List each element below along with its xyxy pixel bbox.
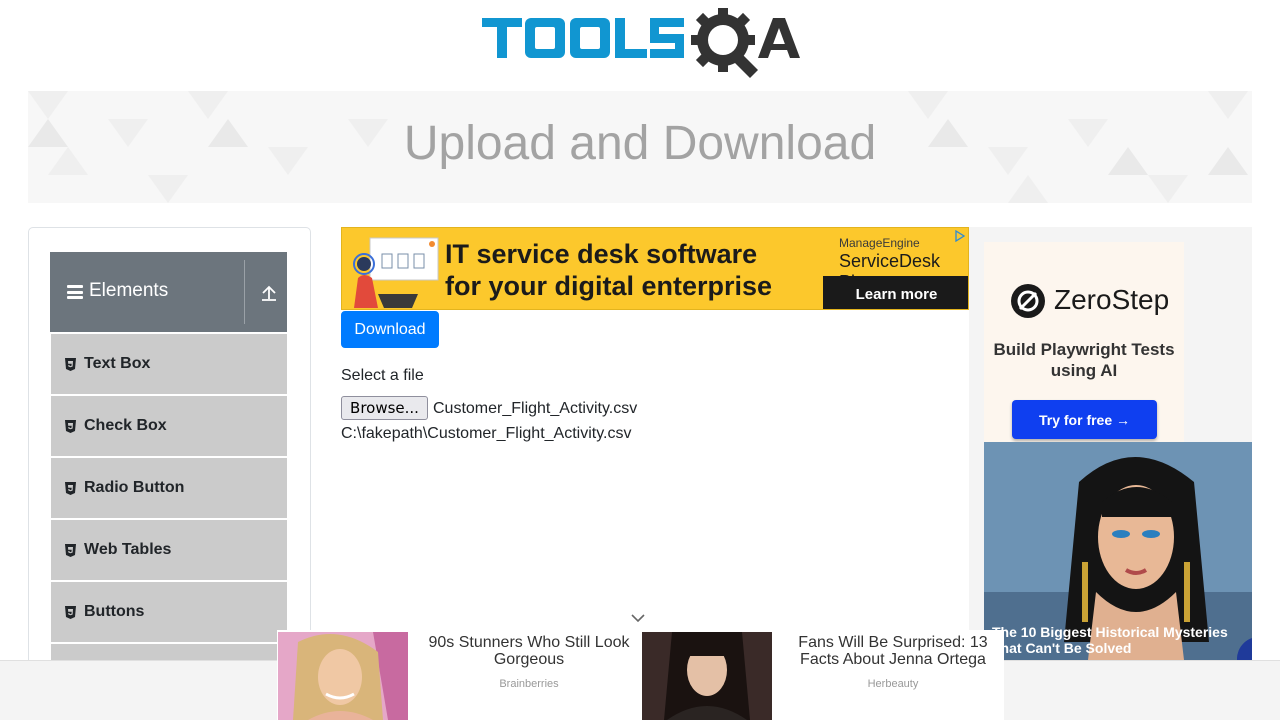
html5-icon — [65, 481, 76, 495]
promo-source: Brainberries — [499, 678, 559, 690]
sidebar-item-label: Text Box — [84, 355, 151, 372]
zerostep-ad[interactable]: ZeroStep Build Playwright Tests using AI… — [984, 242, 1184, 442]
promo-card[interactable]: 90s Stunners Who Still Look Gorgeous Bra… — [278, 632, 640, 720]
toolsqa-logo[interactable] — [480, 8, 806, 80]
zerostep-tagline: Build Playwright Tests using AI — [993, 340, 1175, 380]
html5-icon — [65, 357, 76, 371]
sidebar-item-web-tables[interactable]: Web Tables — [51, 520, 287, 582]
elements-group-header[interactable]: Elements — [50, 252, 287, 332]
hamburger-icon — [67, 285, 83, 299]
sidebar-item-label: Radio Button — [84, 479, 185, 496]
select-file-label: Select a file — [341, 367, 424, 384]
html5-icon — [65, 605, 76, 619]
right-ad-column: ZeroStep Build Playwright Tests using AI… — [969, 227, 1252, 660]
promo-source: Herbeauty — [867, 678, 919, 690]
selected-file-name: Customer_Flight_Activity.csv — [433, 400, 638, 417]
elements-menu: Text Box Check Box Radio Button Web Tabl… — [51, 334, 287, 686]
download-button[interactable]: Download — [341, 311, 439, 348]
sidebar-item-check-box[interactable]: Check Box — [51, 396, 287, 458]
sidebar-item-text-box[interactable]: Text Box — [51, 334, 287, 396]
group-title: Elements — [89, 280, 169, 301]
promo-title: 90s Stunners Who Still Look Gorgeous — [428, 634, 630, 668]
promo-thumbnail — [642, 632, 772, 720]
html5-icon — [65, 419, 76, 433]
ad-brand-name: ManageEngine — [839, 236, 920, 250]
sidebar-item-label: Buttons — [84, 603, 145, 620]
browse-button[interactable]: Browse... — [341, 396, 428, 420]
video-ad[interactable]: The 10 Biggest Historical Mysteries That… — [984, 442, 1252, 660]
promo-thumbnail — [278, 632, 408, 720]
chevron-down-icon[interactable] — [630, 612, 646, 624]
page: Upload and Download Elements Text Box Ch… — [0, 0, 1280, 720]
header-divider — [244, 260, 245, 324]
promo-card[interactable]: Fans Will Be Surprised: 13 Facts About J… — [642, 632, 1004, 720]
promo-title: Fans Will Be Surprised: 13 Facts About J… — [798, 634, 988, 668]
page-title: Upload and Download — [403, 117, 877, 170]
try-for-free-button[interactable]: Try for free → — [1012, 400, 1157, 439]
ad-headline-line2: for your digital enterprise — [445, 271, 773, 301]
ad-headline-line1: IT service desk software — [445, 239, 758, 269]
zerostep-logo-icon — [1011, 284, 1045, 318]
adchoices-icon[interactable] — [954, 230, 966, 242]
zerostep-brand: ZeroStep — [1054, 284, 1170, 315]
left-sidebar: Elements Text Box Check Box Radio Button… — [28, 227, 311, 687]
sidebar-item-label: Web Tables — [84, 541, 172, 558]
ad-learn-more-button[interactable]: Learn more — [823, 276, 968, 309]
sidebar-item-label: Check Box — [84, 417, 167, 434]
html5-icon — [65, 543, 76, 557]
sidebar-item-radio-button[interactable]: Radio Button — [51, 458, 287, 520]
sidebar-item-buttons[interactable]: Buttons — [51, 582, 287, 644]
ad-illustration — [353, 237, 439, 308]
collapse-up-icon[interactable] — [260, 284, 278, 302]
sponsored-content: 90s Stunners Who Still Look Gorgeous Bra… — [277, 630, 1004, 720]
video-caption: The 10 Biggest Historical Mysteries That… — [992, 624, 1228, 656]
servicedesk-ad[interactable]: IT service desk software for your digita… — [341, 227, 969, 310]
uploaded-file-path: C:\fakepath\Customer_Flight_Activity.csv — [341, 425, 632, 442]
ad-headline: IT service desk software for your digita… — [445, 238, 772, 302]
